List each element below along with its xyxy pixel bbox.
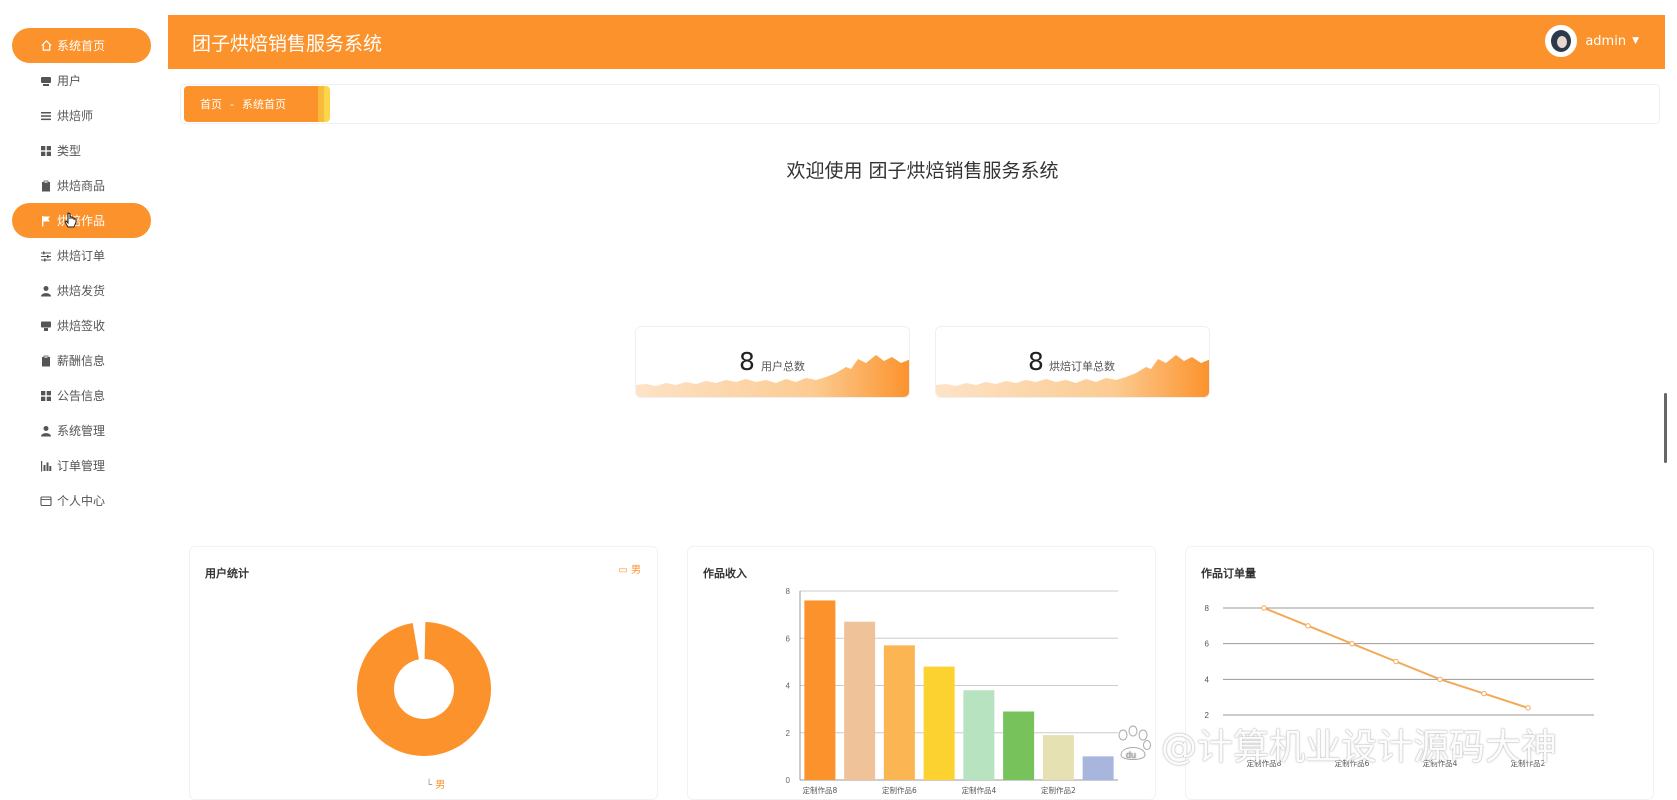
data-point [1349, 640, 1355, 647]
bar [963, 690, 995, 780]
x-tick-label: 定制作品8 [802, 785, 837, 795]
top-bar: 团子烘焙销售服务系统 admin ▼ [168, 15, 1665, 69]
y-tick-label: 4 [1205, 675, 1210, 684]
page-scrollbar[interactable] [1664, 393, 1667, 463]
x-tick-label: 定制作品2 [1041, 785, 1076, 795]
stat-card-orders: 8 烘焙订单总数 [935, 326, 1210, 398]
user-menu[interactable]: admin ▼ [1545, 25, 1639, 57]
sidebar-item-11[interactable]: 系统管理 [12, 413, 151, 448]
person-icon [39, 424, 53, 438]
sidebar-item-8[interactable]: 烘焙签收 [12, 308, 151, 343]
bar [883, 645, 915, 780]
sidebar-item-9[interactable]: 薪酬信息 [12, 343, 151, 378]
sidebar-item-12[interactable]: 订单管理 [12, 448, 151, 483]
sidebar-item-label: 用户 [57, 74, 82, 88]
window-icon [39, 494, 53, 508]
sidebar-item-1[interactable]: 用户 [12, 63, 151, 98]
list-icon [39, 109, 53, 123]
y-tick-label: 8 [1205, 604, 1210, 613]
bar [1042, 735, 1074, 780]
bar [1003, 711, 1035, 780]
sidebar-item-5[interactable]: 烘焙作品 [12, 203, 151, 238]
revenue-card: 作品收入 0 2 4 6 8 定制作品8 定制作品6 定制作品4 定制作品2 [687, 546, 1156, 800]
breadcrumb-separator: - [230, 97, 234, 111]
data-point [1305, 623, 1311, 629]
x-tick-label: 定制作品6 [882, 785, 917, 795]
svg-text:du: du [1126, 750, 1136, 760]
flag-icon [39, 214, 53, 228]
breadcrumb-bar: 首页 - 系统首页 [180, 84, 1660, 124]
breadcrumb-current: 系统首页 [241, 98, 286, 111]
breadcrumb-home[interactable]: 首页 [200, 96, 222, 112]
sidebar-item-label: 烘焙发货 [57, 284, 106, 298]
data-point [1437, 676, 1443, 683]
sidebar-item-label: 烘焙签收 [57, 319, 106, 333]
y-tick-label: 0 [786, 776, 791, 785]
sidebar-item-label: 公告信息 [57, 389, 106, 403]
grid-icon [39, 389, 53, 403]
sidebar-item-0[interactable]: 系统首页 [12, 28, 151, 63]
sparkline-decoration [936, 355, 1209, 397]
data-point [1525, 705, 1531, 711]
sidebar-item-13[interactable]: 个人中心 [12, 483, 151, 518]
sidebar: 系统首页 用户 烘焙师 类型 烘焙商品 烘焙作品 烘焙订单 烘焙发货 烘焙签收 薪酬信息 公告信息系… [0, 0, 168, 800]
sidebar-item-7[interactable]: 烘焙发货 [12, 273, 151, 308]
paw-logo-icon: du [1118, 725, 1151, 760]
inbox-icon [39, 319, 53, 333]
sidebar-item-label: 系统首页 [57, 39, 106, 53]
sidebar-item-label: 薪酬信息 [57, 354, 106, 368]
pie-legend-bottom: └ 男 [426, 780, 446, 791]
sidebar-item-label: 烘焙师 [57, 109, 94, 123]
user-stats-card: 用户统计 ▭ 男 └ 男 [189, 546, 658, 800]
watermark: du @计算机业设计源码大神 [1113, 718, 1557, 770]
bar [1082, 756, 1114, 780]
pie-slice [357, 622, 492, 756]
mouse-cursor-icon [64, 212, 78, 232]
chevron-down-icon[interactable]: ▼ [1632, 36, 1639, 46]
breadcrumb-tail-accent [324, 86, 330, 122]
sidebar-item-label: 订单管理 [57, 459, 106, 473]
avatar[interactable] [1545, 25, 1578, 57]
stat-card-users: 8 用户总数 [635, 326, 910, 398]
sidebar-item-10[interactable]: 公告信息 [12, 378, 151, 413]
y-tick-label: 4 [786, 682, 791, 691]
clipboard-icon [39, 354, 53, 368]
sidebar-item-label: 系统管理 [57, 424, 106, 438]
bar-chart: 0 2 4 6 8 定制作品8 定制作品6 定制作品4 定制作品2 [786, 587, 1118, 795]
data-point [1481, 690, 1487, 697]
data-point [1261, 605, 1267, 611]
user-card-icon [39, 74, 53, 88]
home-icon [39, 39, 53, 53]
y-tick-label: 8 [786, 587, 791, 596]
app-title: 团子烘焙销售服务系统 [192, 32, 383, 55]
sparkline-decoration [636, 355, 909, 397]
sliders-icon [39, 249, 53, 263]
bar [923, 666, 955, 780]
person-icon [39, 284, 53, 298]
sidebar-item-6[interactable]: 烘焙订单 [12, 238, 151, 273]
y-tick-label: 6 [786, 634, 791, 643]
x-tick-label: 定制作品4 [961, 785, 996, 795]
series-line [1263, 607, 1529, 709]
sidebar-item-2[interactable]: 烘焙师 [12, 98, 151, 133]
data-point [1393, 658, 1399, 665]
sidebar-item-label: 烘焙订单 [57, 249, 106, 263]
y-tick-label: 6 [1205, 640, 1210, 649]
welcome-heading: 欢迎使用 团子烘焙销售服务系统 [786, 160, 1059, 182]
bar [804, 600, 836, 780]
sidebar-item-label: 个人中心 [57, 494, 106, 508]
bar [844, 621, 876, 780]
pie-chart [357, 622, 492, 756]
breadcrumb: 首页 - 系统首页 [184, 86, 318, 122]
username: admin [1585, 33, 1627, 49]
y-tick-label: 2 [786, 729, 791, 738]
bar-chart-icon [39, 459, 53, 473]
